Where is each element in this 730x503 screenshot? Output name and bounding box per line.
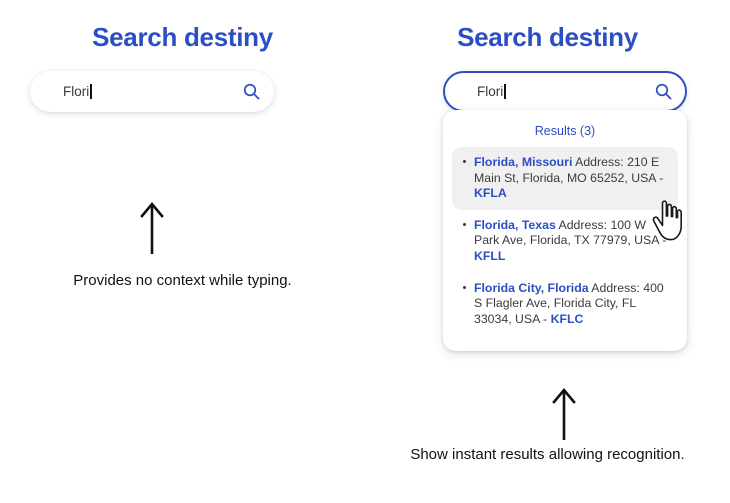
search-input-text-area-right[interactable]: Flori xyxy=(445,84,641,99)
search-icon[interactable] xyxy=(641,83,685,100)
text-caret xyxy=(90,84,92,99)
up-arrow-right xyxy=(550,386,578,446)
result-name: Florida, Missouri xyxy=(474,155,572,169)
search-input-plain[interactable]: Flori xyxy=(30,71,274,112)
search-input-value-right: Flori xyxy=(477,84,503,99)
list-item[interactable]: Florida City, Florida Address: 400 S Fla… xyxy=(452,273,678,336)
pointing-hand-cursor-icon xyxy=(650,200,684,242)
search-input-focused[interactable]: Flori xyxy=(443,71,687,112)
result-code: KFLC xyxy=(551,312,584,326)
text-caret xyxy=(504,84,506,99)
search-icon[interactable] xyxy=(229,83,273,100)
result-name: Florida City, Florida xyxy=(474,281,589,295)
result-name: Florida, Texas xyxy=(474,218,556,232)
comparison-figure: Search destiny Flori Provides no context… xyxy=(0,0,730,503)
search-input-value-left: Flori xyxy=(63,84,89,99)
list-item[interactable]: Florida, Missouri Address: 210 E Main St… xyxy=(452,147,678,210)
caption-left: Provides no context while typing. xyxy=(0,270,365,291)
search-input-text-area[interactable]: Flori xyxy=(31,84,229,99)
results-count-header: Results (3) xyxy=(443,121,687,147)
result-code: KFLA xyxy=(474,186,507,200)
page-title-left: Search destiny xyxy=(0,22,365,53)
up-arrow-left xyxy=(138,200,166,260)
panel-without-results: Search destiny Flori Provides no context… xyxy=(0,0,365,503)
result-code: KFLL xyxy=(474,249,505,263)
page-title-right: Search destiny xyxy=(365,22,730,53)
caption-right: Show instant results allowing recognitio… xyxy=(365,444,730,465)
list-item[interactable]: Florida, Texas Address: 100 W Park Ave, … xyxy=(452,210,678,273)
